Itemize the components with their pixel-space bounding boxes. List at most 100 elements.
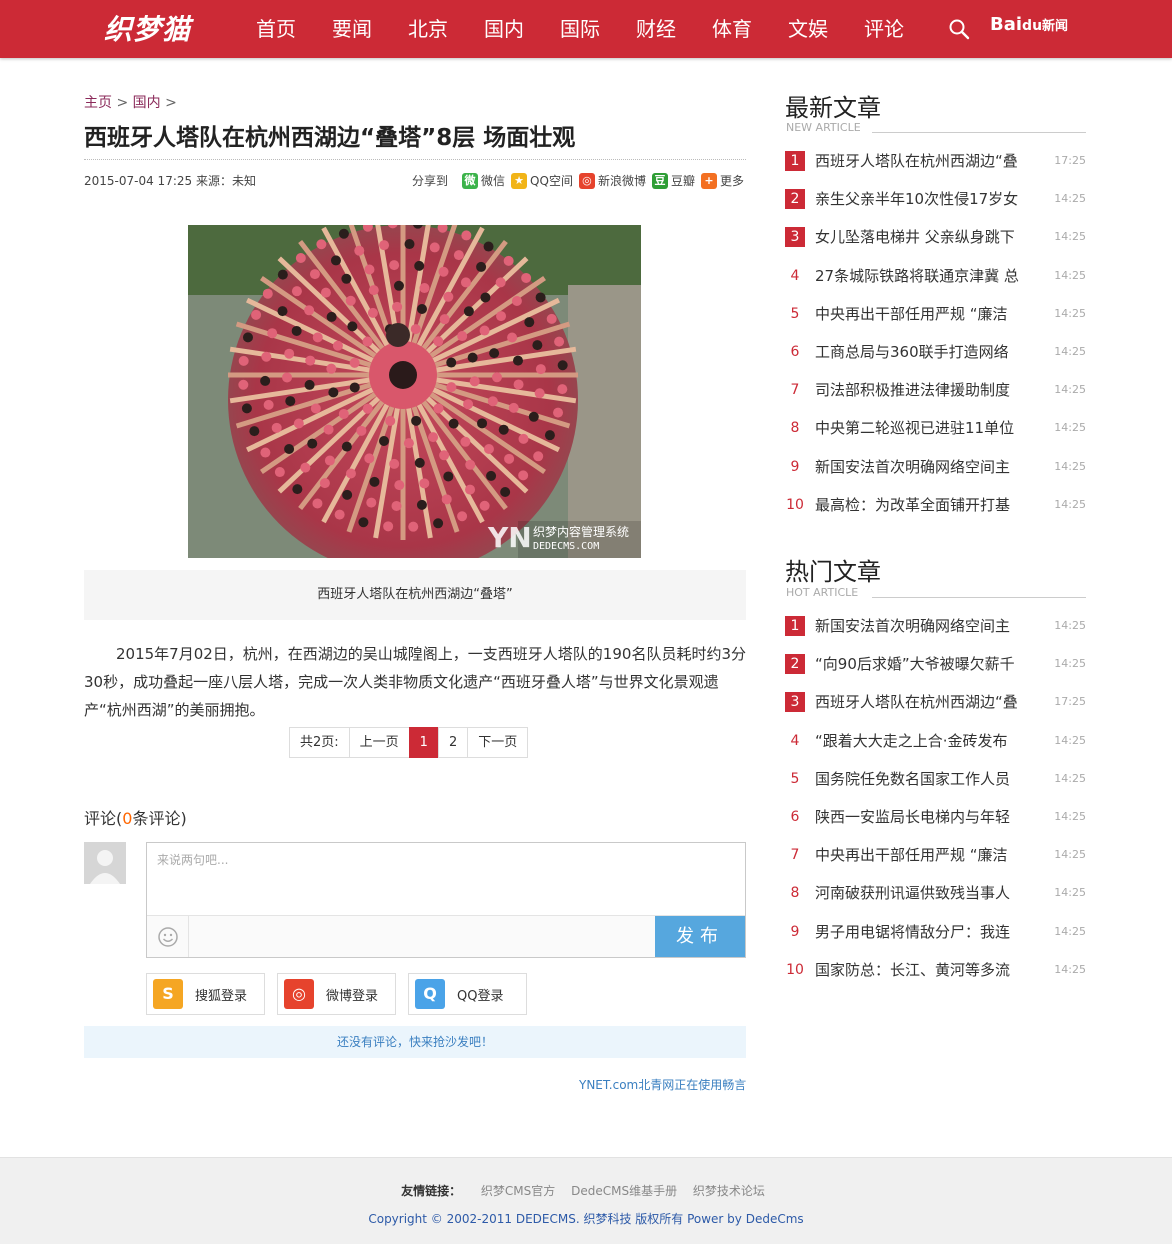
pager-total: 共2页: (289, 727, 350, 758)
avatar (84, 842, 126, 884)
list-item[interactable]: 2 “向90后求婚”大爷被曝欠薪千 14:25 (785, 654, 1086, 692)
list-item[interactable]: 5 中央再出干部任用严规 “廉洁 14:25 (785, 304, 1086, 342)
friend-link[interactable]: 织梦技术论坛 (693, 1184, 765, 1198)
pager-next[interactable]: 下一页 (467, 727, 529, 758)
article-link[interactable]: 司法部积极推进法律援助制度 (815, 380, 1035, 400)
list-item[interactable]: 3 西班牙人塔队在杭州西湖边“叠 17:25 (785, 692, 1086, 730)
comment-placeholder[interactable]: 来说两句吧... (157, 851, 228, 868)
list-item[interactable]: 10 国家防总：长江、黄河等多流 14:25 (785, 960, 1086, 998)
comment-heading: 评论(0条评论) (84, 805, 187, 829)
pager-page-2[interactable]: 2 (437, 727, 469, 758)
list-item[interactable]: 10 最高检：为改革全面铺开打基 14:25 (785, 495, 1086, 533)
article-link[interactable]: 陕西一安监局长电梯内与年轻 (815, 807, 1035, 827)
article-link[interactable]: 国务院任免数名国家工作人员 (815, 769, 1035, 789)
friend-links: 友情链接： 织梦CMS官方 DedeCMS维基手册 织梦技术论坛 (0, 1182, 1172, 1199)
share-more[interactable]: + 更多 (700, 172, 744, 189)
list-item[interactable]: 9 新国安法首次明确网络空间主 14:25 (785, 457, 1086, 495)
article-link[interactable]: 27条城际铁路将联通京津冀 总 (815, 266, 1035, 286)
list-item[interactable]: 5 国务院任免数名国家工作人员 14:25 (785, 769, 1086, 807)
list-item[interactable]: 8 河南破获刑讯逼供致残当事人 14:25 (785, 883, 1086, 921)
list-item[interactable]: 7 中央再出干部任用严规 “廉洁 14:25 (785, 845, 1086, 883)
baidu-text: Bai (990, 14, 1023, 35)
article-link[interactable]: 中央第二轮巡视已进驻11单位 (815, 418, 1035, 438)
list-item[interactable]: 9 男子用电锯将情敌分尸：我连 14:25 (785, 922, 1086, 960)
weibo-login-button[interactable]: ◎ 微博登录 (277, 973, 396, 1015)
article-time: 14:25 (1054, 344, 1086, 358)
site-footer: 友情链接： 织梦CMS官方 DedeCMS维基手册 织梦技术论坛 Copyrig… (0, 1157, 1172, 1244)
pager-page-1[interactable]: 1 (408, 727, 439, 758)
comment-heading-prefix: 评论( (84, 809, 123, 828)
nav-beijing[interactable]: 北京 (390, 0, 466, 58)
share-weibo[interactable]: ◎ 新浪微博 (578, 172, 646, 189)
baidu-news-text: 新闻 (1042, 19, 1069, 34)
article-link[interactable]: 女儿坠落电梯井 父亲纵身跳下 (815, 227, 1035, 247)
article-link[interactable]: 西班牙人塔队在杭州西湖边“叠 (815, 151, 1035, 171)
plus-icon: + (700, 172, 717, 189)
share-qzone[interactable]: ★ QQ空间 (511, 172, 573, 189)
breadcrumb-section[interactable]: 国内 (133, 95, 161, 111)
article-meta: 2015-07-04 17:25 来源：未知 (84, 174, 256, 188)
main-nav: 首页 要闻 北京 国内 国际 财经 体育 文娱 评论 (238, 0, 922, 58)
article-time: 14:25 (1054, 771, 1086, 785)
article-time: 14:25 (1054, 924, 1086, 938)
article-link[interactable]: 国家防总：长江、黄河等多流 (815, 960, 1035, 980)
article-time: 14:25 (1054, 230, 1086, 244)
list-item[interactable]: 1 西班牙人塔队在杭州西湖边“叠 17:25 (785, 151, 1086, 189)
article-link[interactable]: 男子用电锯将情敌分尸：我连 (815, 922, 1035, 942)
list-item[interactable]: 2 亲生父亲半年10次性侵17岁女 14:25 (785, 189, 1086, 227)
article-link[interactable]: 最高检：为改革全面铺开打基 (815, 495, 1035, 515)
breadcrumb-separator: > (165, 95, 177, 111)
article-link[interactable]: 中央再出干部任用严规 “廉洁 (815, 845, 1035, 865)
list-item[interactable]: 3 女儿坠落电梯井 父亲纵身跳下 14:25 (785, 227, 1086, 265)
list-item[interactable]: 4 “跟着大大走之上合·金砖发布 14:25 (785, 731, 1086, 769)
list-item[interactable]: 8 中央第二轮巡视已进驻11单位 14:25 (785, 418, 1086, 456)
article-link[interactable]: 新国安法首次明确网络空间主 (815, 457, 1035, 477)
nav-headlines[interactable]: 要闻 (314, 0, 390, 58)
article-link[interactable]: “跟着大大走之上合·金砖发布 (815, 731, 1035, 751)
article-link[interactable]: “向90后求婚”大爷被曝欠薪千 (815, 654, 1035, 674)
list-item[interactable]: 4 27条城际铁路将联通京津冀 总 14:25 (785, 266, 1086, 304)
breadcrumb: 主页 > 国内 > (84, 92, 177, 112)
latest-subheading: NEW ARTICLE (786, 121, 861, 134)
nav-domestic[interactable]: 国内 (466, 0, 542, 58)
nav-finance[interactable]: 财经 (618, 0, 694, 58)
pager-prev[interactable]: 上一页 (348, 727, 410, 758)
article-link[interactable]: 工商总局与360联手打造网络 (815, 342, 1035, 362)
article-link[interactable]: 新国安法首次明确网络空间主 (815, 616, 1035, 636)
sohu-login-button[interactable]: S 搜狐登录 (146, 973, 265, 1015)
share-douban-label: 豆瓣 (670, 174, 695, 188)
weibo-icon: ◎ (578, 172, 595, 189)
nav-sports[interactable]: 体育 (694, 0, 770, 58)
qq-login-button[interactable]: Q QQ登录 (408, 973, 527, 1015)
article-time: 14:25 (1054, 421, 1086, 435)
nav-comment[interactable]: 评论 (846, 0, 922, 58)
baidu-news-logo[interactable]: Baidu新闻 (990, 14, 1068, 35)
changyan-powered-link[interactable]: YNET.com北青网正在使用畅言 (579, 1076, 746, 1093)
publish-button[interactable]: 发布 (655, 916, 745, 957)
nav-international[interactable]: 国际 (542, 0, 618, 58)
article-link[interactable]: 亲生父亲半年10次性侵17岁女 (815, 189, 1035, 209)
share-wechat[interactable]: 微微信 (462, 172, 505, 189)
comment-input-box[interactable]: 来说两句吧... 发布 (146, 842, 746, 958)
friend-link[interactable]: 织梦CMS官方 (481, 1184, 555, 1198)
article-link[interactable]: 中央再出干部任用严规 “廉洁 (815, 304, 1035, 324)
list-item[interactable]: 6 陕西一安监局长电梯内与年轻 14:25 (785, 807, 1086, 845)
share-douban[interactable]: 豆豆瓣 (651, 172, 695, 189)
emoji-button[interactable] (147, 916, 189, 957)
article-link[interactable]: 西班牙人塔队在杭州西湖边“叠 (815, 692, 1035, 712)
breadcrumb-home[interactable]: 主页 (84, 95, 112, 111)
site-logo[interactable]: 织梦猫 (104, 8, 191, 48)
friend-link[interactable]: DedeCMS维基手册 (571, 1184, 677, 1198)
smiley-icon (158, 927, 178, 947)
list-item[interactable]: 1 新国安法首次明确网络空间主 14:25 (785, 616, 1086, 654)
nav-home[interactable]: 首页 (238, 0, 314, 58)
list-item[interactable]: 6 工商总局与360联手打造网络 14:25 (785, 342, 1086, 380)
search-icon[interactable] (948, 18, 970, 40)
article-link[interactable]: 河南破获刑讯逼供致残当事人 (815, 883, 1035, 903)
nav-entertainment[interactable]: 文娱 (770, 0, 846, 58)
rank-number: 7 (790, 847, 800, 864)
article-time: 17:25 (1054, 695, 1086, 709)
article-time: 14:25 (1054, 809, 1086, 823)
list-item[interactable]: 7 司法部积极推进法律援助制度 14:25 (785, 380, 1086, 418)
hot-subheading: HOT ARTICLE (786, 586, 859, 599)
